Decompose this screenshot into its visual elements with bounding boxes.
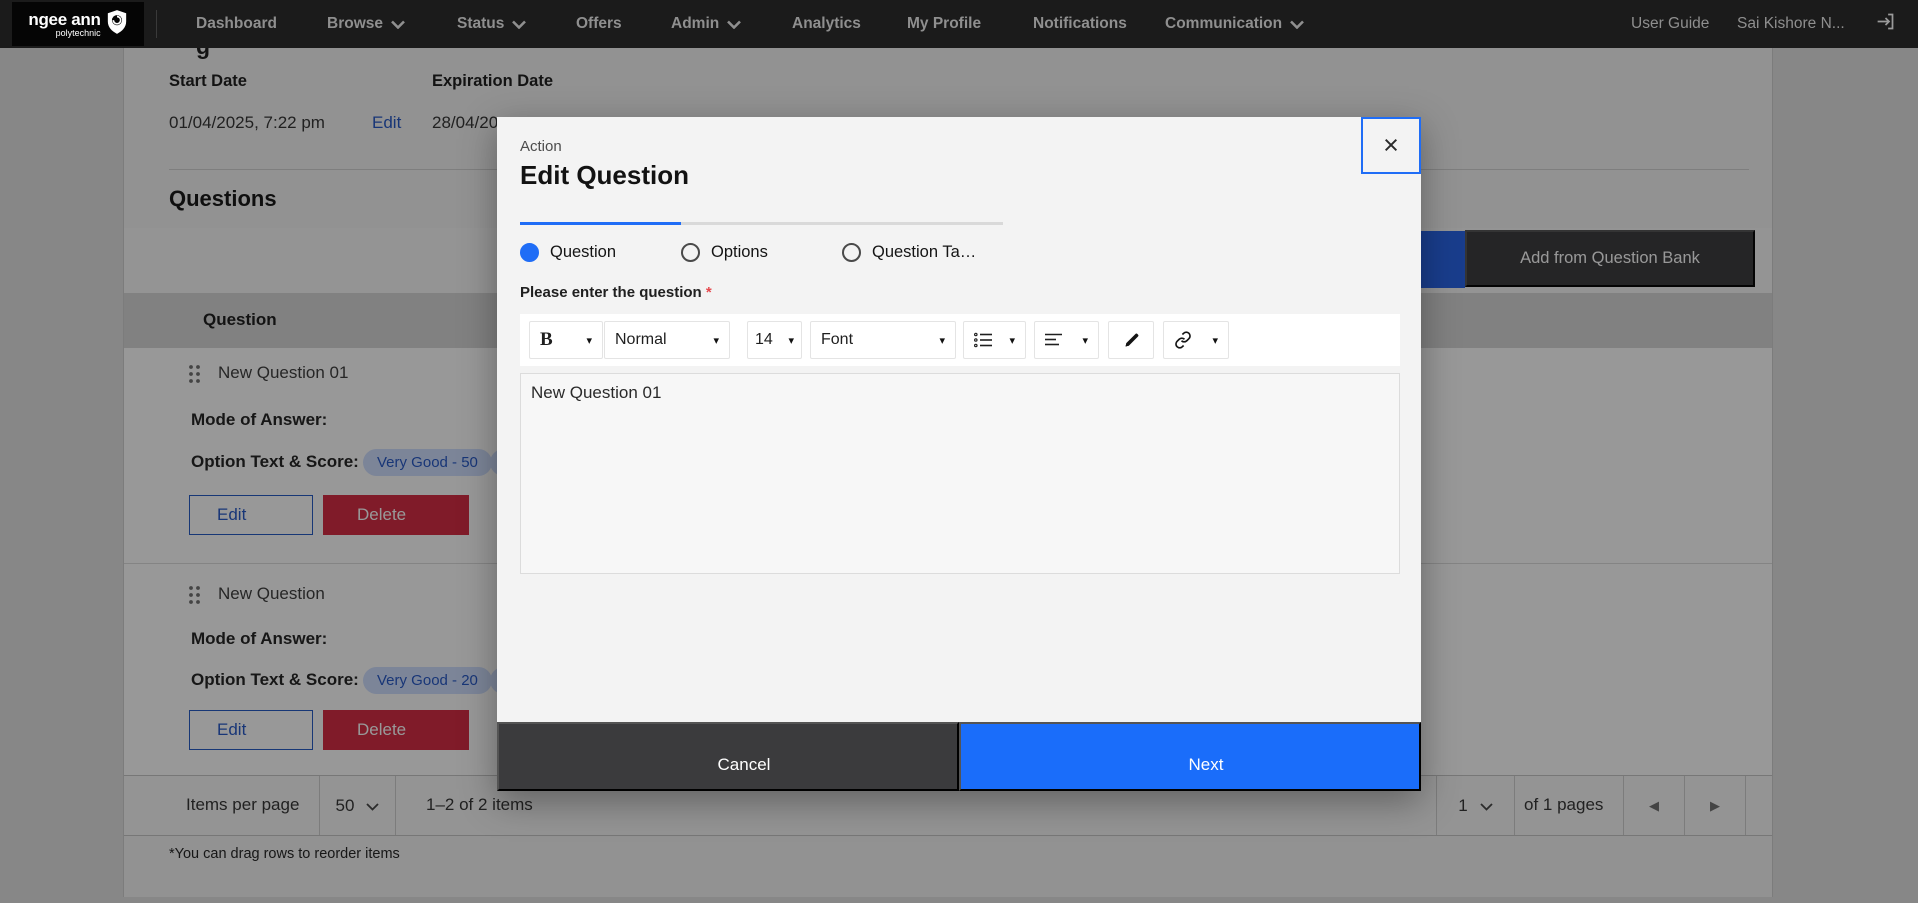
chevron-down-icon	[727, 20, 741, 29]
edit-question-modal: × Action Edit Question Question Options …	[497, 117, 1421, 791]
modal-title: Edit Question	[520, 160, 689, 191]
next-button[interactable]: Next	[959, 722, 1421, 791]
nav-item-status[interactable]: Status	[457, 0, 526, 48]
nav-item-offers[interactable]: Offers	[576, 0, 622, 48]
radio-unselected-icon	[681, 243, 700, 262]
modal-step-tabs: Question Options Question Ta…	[520, 222, 1003, 262]
np-shield-icon	[106, 9, 128, 40]
paragraph-style-dropdown[interactable]: Normal▾	[604, 321, 730, 359]
bullet-list-icon	[974, 332, 993, 348]
caret-down-icon: ▾	[1212, 334, 1218, 347]
tab-question-tags[interactable]: Question Ta…	[842, 222, 1003, 262]
caret-down-icon: ▾	[1009, 334, 1015, 347]
nav-item-user-guide[interactable]: User Guide	[1631, 0, 1709, 48]
np-logo[interactable]: ngee ann polytechnic	[12, 2, 144, 46]
required-asterisk: *	[706, 284, 712, 301]
caret-down-icon: ▾	[788, 334, 794, 347]
nav-item-admin[interactable]: Admin	[671, 0, 741, 48]
tab-options[interactable]: Options	[681, 222, 842, 262]
align-left-icon	[1045, 333, 1063, 347]
cancel-button[interactable]: Cancel	[497, 722, 959, 791]
caret-down-icon: ▾	[939, 334, 945, 347]
chevron-down-icon	[391, 20, 405, 29]
pencil-icon	[1123, 332, 1140, 349]
link-icon	[1174, 331, 1192, 349]
nav-item-my-profile[interactable]: My Profile	[907, 0, 981, 48]
radio-unselected-icon	[842, 243, 861, 262]
top-navbar: ngee ann polytechnic Dashboard Browse St…	[0, 0, 1918, 48]
chevron-down-icon	[512, 20, 526, 29]
logo-line2: polytechnic	[28, 29, 100, 38]
caret-down-icon: ▾	[713, 334, 719, 347]
close-button[interactable]: ×	[1361, 117, 1421, 174]
font-family-dropdown[interactable]: Font▾	[810, 321, 956, 359]
nav-item-browse[interactable]: Browse	[327, 0, 405, 48]
pencil-edit-button[interactable]	[1108, 321, 1154, 359]
nav-item-notifications[interactable]: Notifications	[1033, 0, 1127, 48]
caret-down-icon: ▾	[1082, 334, 1088, 347]
caret-down-icon: ▾	[586, 334, 592, 347]
close-icon: ×	[1383, 132, 1399, 159]
font-size-dropdown[interactable]: 14▾	[747, 321, 802, 359]
list-dropdown-button[interactable]: ▾	[963, 321, 1026, 359]
nav-user-name[interactable]: Sai Kishore N...	[1737, 0, 1845, 48]
tab-question[interactable]: Question	[520, 222, 681, 262]
nav-item-communication[interactable]: Communication	[1165, 0, 1304, 48]
logout-button[interactable]	[1875, 0, 1896, 48]
nav-divider	[156, 10, 157, 38]
nav-item-dashboard[interactable]: Dashboard	[196, 0, 277, 48]
bold-dropdown-button[interactable]: B▾	[529, 321, 603, 359]
modal-kicker: Action	[520, 138, 562, 155]
app-root: ngee ann polytechnic Dashboard Browse St…	[0, 0, 1918, 903]
modal-footer: Cancel Next	[497, 722, 1421, 791]
chevron-down-icon	[1290, 20, 1304, 29]
align-dropdown-button[interactable]: ▾	[1034, 321, 1099, 359]
logo-line1: ngee ann	[28, 11, 100, 28]
question-editor-textarea[interactable]: New Question 01	[520, 373, 1400, 574]
question-field-label: Please enter the question *	[520, 284, 712, 301]
nav-item-analytics[interactable]: Analytics	[792, 0, 861, 48]
editor-toolbar: B▾ Normal▾ 14▾ Font▾ ▾ ▾	[520, 314, 1400, 366]
radio-selected-icon	[520, 243, 539, 262]
bold-icon: B	[540, 329, 553, 351]
logout-icon	[1875, 11, 1896, 37]
link-dropdown-button[interactable]: ▾	[1163, 321, 1229, 359]
